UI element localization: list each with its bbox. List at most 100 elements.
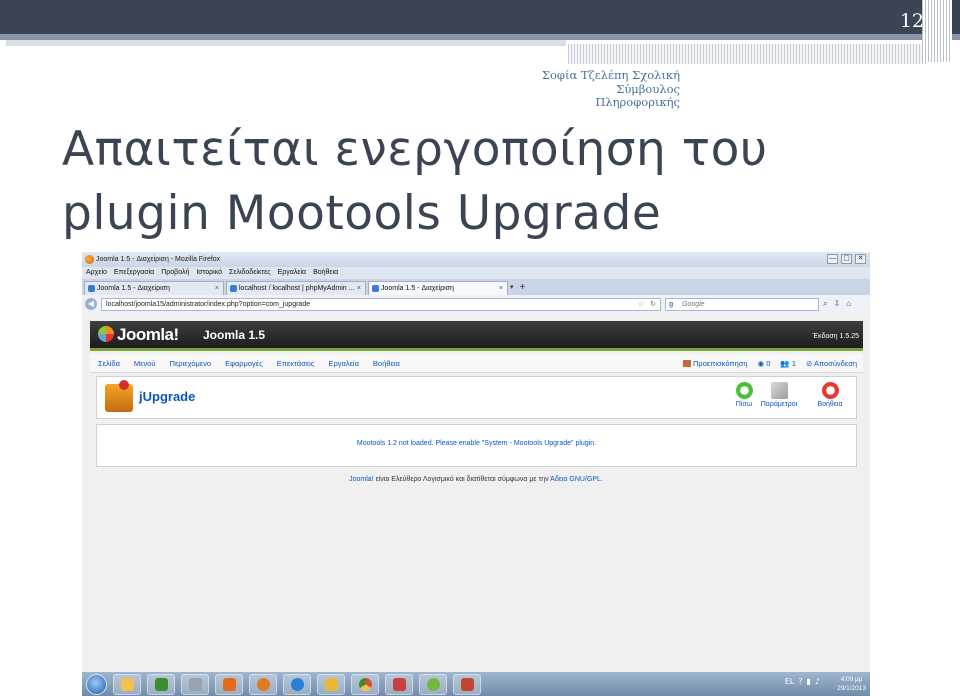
window-controls: — ▢ ✕	[827, 254, 866, 264]
preview-link[interactable]: Προεπισκόπηση	[683, 354, 748, 373]
clock-date: 29/1/2013	[837, 685, 866, 692]
menu-content[interactable]: Περιεχόμενο	[170, 354, 212, 373]
volume-icon[interactable]: ♪	[815, 677, 820, 686]
hp-icon	[188, 678, 202, 691]
browser-navbar: ◀ localhost/joomla15/administrator/index…	[82, 295, 870, 313]
start-button[interactable]	[86, 674, 107, 695]
joomla-favicon-icon	[372, 285, 379, 292]
author-line: Σύμβουλος	[616, 81, 680, 96]
jupgrade-icon	[105, 380, 133, 412]
help-button[interactable]: Βοήθεια	[808, 382, 852, 408]
preview-icon	[683, 360, 692, 367]
search-placeholder: Google	[682, 300, 705, 308]
clock[interactable]: 4:09 μμ 29/1/2013	[837, 675, 866, 693]
tab-close-icon[interactable]: ×	[215, 282, 219, 295]
taskbar-app[interactable]	[215, 674, 243, 695]
menu-extensions[interactable]: Επεκτάσεις	[277, 354, 315, 373]
slide-header-band: 12	[0, 0, 960, 40]
users-count[interactable]: 👥 1	[780, 354, 796, 373]
tab-label: localhost / localhost | phpMyAdmin ...	[239, 285, 355, 292]
bookmark-star-icon[interactable]: ☆	[638, 299, 644, 310]
joomla-link[interactable]: Joomla!	[349, 476, 374, 483]
author-line: Πληροφορικής	[595, 95, 680, 109]
license-link[interactable]: Άδεια GNU/GPL.	[550, 476, 603, 483]
menu-history[interactable]: Ιστορικό	[196, 267, 222, 279]
taskbar-app[interactable]	[147, 674, 175, 695]
menu-tools[interactable]: Εργαλεία	[328, 354, 358, 373]
menu-bookmarks[interactable]: Σελιδοδείκτες	[229, 267, 271, 279]
component-title: jUpgrade	[139, 389, 196, 404]
title-line: plugin Mootools Upgrade	[62, 186, 662, 241]
language-indicator[interactable]: EL	[785, 677, 795, 686]
tab-close-icon[interactable]: ×	[357, 282, 361, 295]
tab-label: Joomla 1.5 - Διαχείριση	[381, 285, 454, 292]
back-arrow-icon[interactable]: ◀	[85, 298, 97, 310]
menu-help[interactable]: Βοήθεια	[373, 354, 400, 373]
menu-help[interactable]: Βοήθεια	[313, 267, 338, 279]
url-text: localhost/joomla15/administrator/index.p…	[106, 300, 311, 308]
url-bar[interactable]: localhost/joomla15/administrator/index.p…	[101, 297, 661, 311]
help-icon[interactable]: ?	[798, 677, 802, 686]
back-icon	[735, 382, 753, 399]
taskbar-app[interactable]	[181, 674, 209, 695]
nav-icons: ⌕ ⇩ ⌂	[823, 299, 851, 309]
download-icon[interactable]: ⇩	[833, 299, 840, 309]
menu-site[interactable]: Σελίδα	[98, 354, 120, 373]
browser-tab[interactable]: localhost / localhost | phpMyAdmin ... ×	[226, 281, 366, 295]
joomla-footer: Joomla! είναι Ελεύθερο Λογισμικό και δια…	[82, 476, 870, 483]
browser-screenshot: Joomla 1.5 - Διαχείριση - Mozilla Firefo…	[82, 252, 870, 696]
chrome-icon	[358, 678, 372, 691]
phpmyadmin-favicon-icon	[230, 285, 237, 292]
taskbar-app[interactable]	[385, 674, 413, 695]
menu-view[interactable]: Προβολή	[161, 267, 189, 279]
author-line: Σοφία Τζελέπη Σχολική	[541, 68, 680, 82]
firefox-icon	[256, 678, 270, 691]
version-label: Έκδοση 1.5.25	[812, 333, 859, 340]
window-titlebar: Joomla 1.5 - Διαχείριση - Mozilla Firefo…	[82, 252, 870, 267]
home-icon[interactable]: ⌂	[846, 299, 851, 309]
scissors-icon	[392, 678, 406, 691]
reload-icon[interactable]: ↻	[650, 299, 656, 310]
logout-link[interactable]: ⊘ Αποσύνδεση	[806, 354, 857, 373]
menu-edit[interactable]: Επεξεργασία	[114, 267, 154, 279]
window-title: Joomla 1.5 - Διαχείριση - Mozilla Firefo…	[96, 256, 221, 263]
folder-icon	[120, 678, 134, 691]
minimize-button[interactable]: —	[827, 254, 838, 264]
parameters-icon	[770, 382, 788, 399]
browser-tab-active[interactable]: Joomla 1.5 - Διαχείριση ×	[368, 281, 508, 295]
search-input[interactable]: g Google	[665, 297, 819, 311]
taskbar-app[interactable]	[351, 674, 379, 695]
chat-icon	[426, 678, 440, 691]
taskbar-app[interactable]	[113, 674, 141, 695]
browser-menubar: Αρχείο Επεξεργασία Προβολή Ιστορικό Σελι…	[82, 267, 870, 279]
component-toolbar: jUpgrade Πίσω Παράμετροι Βοήθεια	[96, 376, 857, 419]
tab-list-icon[interactable]: ▾	[510, 281, 514, 295]
taskbar-app[interactable]	[283, 674, 311, 695]
search-icon[interactable]: ⌕	[823, 299, 827, 309]
decorative-bar	[6, 40, 566, 46]
browser-tab[interactable]: Joomla 1.5 - Διαχείριση ×	[84, 281, 224, 295]
taskbar-app[interactable]	[419, 674, 447, 695]
maximize-button[interactable]: ▢	[841, 254, 852, 264]
close-button[interactable]: ✕	[855, 254, 866, 264]
menu-file[interactable]: Αρχείο	[86, 267, 107, 279]
parameters-button[interactable]: Παράμετροι	[757, 382, 801, 408]
taskbar-app[interactable]	[249, 674, 277, 695]
tab-close-icon[interactable]: ×	[499, 282, 503, 295]
joomla-logo: Joomla!	[98, 325, 179, 345]
menu-menus[interactable]: Μενού	[134, 354, 156, 373]
joomla-menubar: Σελίδα Μενού Περιεχόμενο Εφαρμογές Επεκτ…	[90, 354, 863, 373]
network-icon[interactable]: ▮	[806, 677, 810, 686]
menu-tools[interactable]: Εργαλεία	[278, 267, 306, 279]
joomla-header: Joomla! Joomla 1.5 Έκδοση 1.5.25	[90, 321, 863, 351]
page-content: Joomla! Joomla 1.5 Έκδοση 1.5.25 Σελίδα …	[82, 313, 870, 673]
menu-components[interactable]: Εφαρμογές	[225, 354, 263, 373]
decorative-lines	[568, 44, 928, 64]
google-icon: g	[669, 300, 674, 308]
new-tab-button[interactable]: +	[516, 281, 530, 295]
decorative-stripes	[922, 0, 952, 62]
taskbar-app[interactable]	[317, 674, 345, 695]
messages-count[interactable]: ◉ 0	[758, 354, 771, 373]
taskbar-app[interactable]	[453, 674, 481, 695]
browser-tabbar: Joomla 1.5 - Διαχείριση × localhost / lo…	[82, 279, 870, 295]
